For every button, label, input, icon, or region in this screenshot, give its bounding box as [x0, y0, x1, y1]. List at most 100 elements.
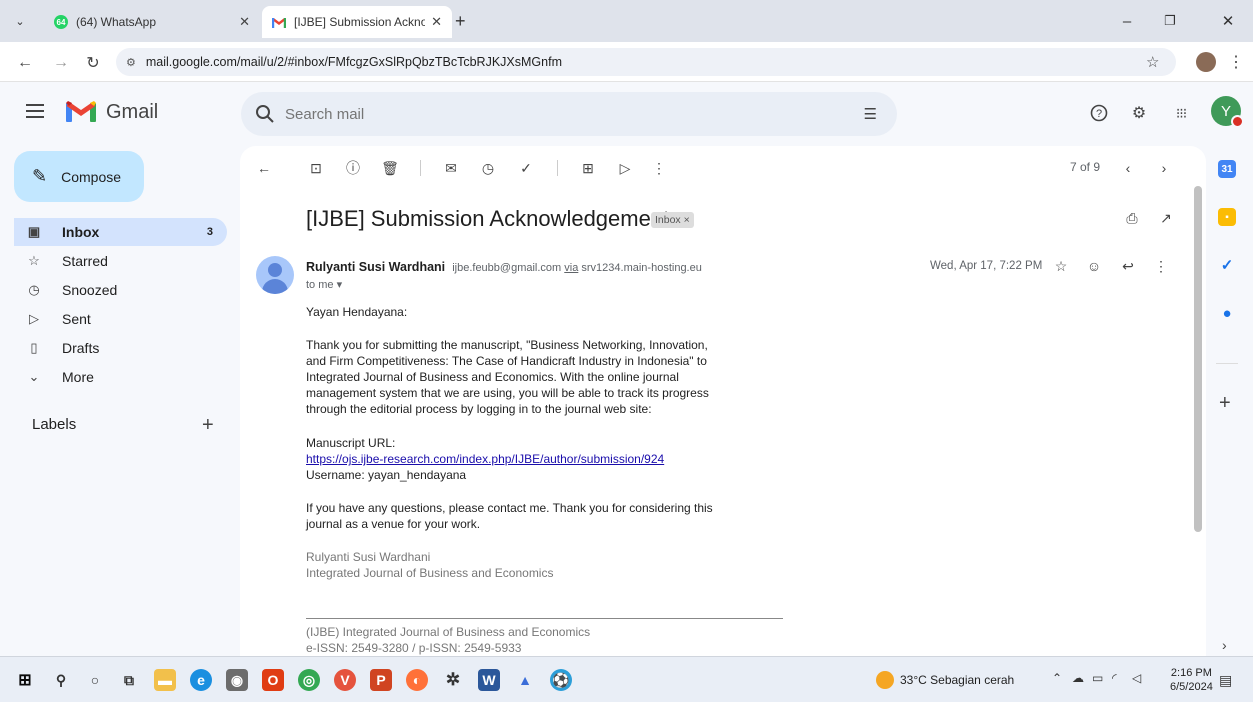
get-addons-button[interactable]: + — [1219, 392, 1231, 415]
show-side-panel-icon[interactable]: › — [1222, 637, 1227, 653]
volume-tray-icon[interactable]: ◁ — [1132, 671, 1141, 685]
move-to-icon[interactable]: ⊞ — [578, 158, 598, 178]
windows-start-icon[interactable]: ⊞ — [14, 669, 36, 691]
pagination-text: 7 of 9 — [1070, 160, 1101, 174]
forward-arrow-icon[interactable]: → — [50, 52, 72, 74]
label-icon[interactable]: ▷ — [615, 158, 635, 178]
calendar-icon[interactable]: 31 — [1218, 160, 1236, 178]
firefox-icon[interactable]: ◐ — [406, 669, 428, 691]
new-tab-button[interactable]: + — [455, 12, 466, 30]
weather-text: 33°C Sebagian cerah — [900, 673, 1015, 687]
search-icon[interactable] — [255, 104, 275, 124]
star-icon: ☆ — [28, 253, 40, 268]
newer-chevron-icon[interactable]: ‹ — [1118, 158, 1138, 178]
file-explorer-icon[interactable]: ▬ — [154, 669, 176, 691]
weather-widget[interactable]: 33°C Sebagian cerah — [876, 671, 1014, 689]
more-options-icon[interactable]: ⋮ — [649, 158, 669, 178]
cortana-icon[interactable]: ○ — [84, 669, 106, 691]
pes-game-icon[interactable]: ⚽ — [550, 669, 572, 691]
archive-icon[interactable]: ⊡ — [306, 158, 326, 178]
browser-profile-avatar[interactable] — [1196, 52, 1216, 72]
star-icon[interactable]: ☆ — [1052, 257, 1070, 275]
manuscript-link-row: https://ojs.ijbe-research.com/index.php/… — [306, 451, 664, 467]
reload-icon[interactable]: ↻ — [82, 52, 104, 74]
address-bar[interactable]: ⚙ mail.google.com/mail/u/2/#inbox/FMfcgz… — [116, 48, 1176, 76]
sidebar-item-more[interactable]: ⌄ More — [14, 363, 227, 391]
keep-icon[interactable]: ▪ — [1218, 208, 1236, 226]
notification-center-icon[interactable]: ▤ — [1219, 672, 1232, 689]
sender-avatar[interactable] — [256, 256, 294, 294]
sidebar-item-starred[interactable]: ☆ Starred — [14, 247, 227, 275]
contacts-icon[interactable]: ● — [1218, 304, 1236, 322]
browser-tab-gmail[interactable]: [IJBE] Submission Acknowledge ✕ — [262, 6, 452, 38]
gmail-wordmark: Gmail — [106, 101, 159, 123]
settings-gear-icon[interactable]: ✲ — [442, 669, 464, 691]
recipients-dropdown[interactable]: to me ▾ — [306, 278, 342, 291]
emoji-react-icon[interactable]: ☺ — [1085, 257, 1103, 275]
pdf-app-icon[interactable]: P — [370, 669, 392, 691]
photos-icon[interactable]: ▲ — [514, 669, 536, 691]
sidebar-item-snoozed[interactable]: ◷ Snoozed — [14, 276, 227, 304]
office-icon[interactable]: O — [262, 669, 284, 691]
report-spam-icon[interactable]: ⓘ — [343, 158, 363, 178]
tasks-icon[interactable]: ✓ — [1218, 256, 1236, 274]
sidebar-item-drafts[interactable]: ▯ Drafts — [14, 334, 227, 362]
camera-icon[interactable]: ◉ — [226, 669, 248, 691]
restore-button[interactable]: ❐ — [1150, 8, 1190, 34]
task-view-icon[interactable]: ⧉ — [118, 669, 140, 691]
toolbar-divider — [557, 160, 558, 176]
close-window-button[interactable]: ✕ — [1208, 8, 1248, 34]
body-line: journal as a venue for your work. — [306, 517, 481, 531]
word-icon[interactable]: W — [478, 669, 500, 691]
tab-close-icon[interactable]: ✕ — [239, 14, 250, 30]
delete-icon[interactable]: 🗑 — [380, 158, 400, 178]
chrome-icon[interactable]: ◎ — [298, 669, 320, 691]
gmail-logo[interactable] — [66, 100, 96, 122]
site-info-icon[interactable]: ⚙ — [126, 56, 136, 69]
search-input[interactable] — [285, 105, 825, 123]
battery-tray-icon[interactable]: ▭ — [1092, 671, 1103, 685]
search-icon[interactable]: ⚲ — [50, 669, 72, 691]
add-label-button[interactable]: + — [202, 414, 214, 437]
back-arrow-icon[interactable]: ← — [14, 52, 36, 74]
tray-chevron-up-icon[interactable]: ⌃ — [1052, 671, 1062, 685]
minimize-button[interactable]: – — [1107, 8, 1147, 34]
sidebar-item-inbox[interactable]: ▣ Inbox 3 — [14, 218, 227, 246]
scrollbar-thumb[interactable] — [1194, 186, 1202, 532]
print-icon[interactable]: ⎙ — [1122, 208, 1142, 228]
search-bar[interactable]: ☰ — [241, 92, 897, 136]
browser-tab-whatsapp[interactable]: 64 (64) WhatsApp ✕ — [44, 6, 260, 38]
settings-gear-icon[interactable]: ⚙ — [1128, 102, 1150, 124]
sidebar-item-sent[interactable]: ▷ Sent — [14, 305, 227, 333]
wifi-tray-icon[interactable]: ◜ — [1112, 671, 1117, 685]
vivaldi-icon[interactable]: V — [334, 669, 356, 691]
mark-unread-icon[interactable]: ✉ — [441, 158, 461, 178]
compose-button[interactable]: ✎ Compose — [14, 151, 144, 202]
manuscript-url-link[interactable]: https://ojs.ijbe-research.com/index.php/… — [306, 452, 664, 466]
tab-search-chevron-icon[interactable]: ⌄ — [10, 11, 30, 31]
tab-close-icon[interactable]: ✕ — [431, 14, 442, 30]
network-tray-icon[interactable]: ☁ — [1072, 671, 1084, 685]
main-menu-icon[interactable] — [26, 104, 44, 118]
sidebar-item-label: Starred — [62, 253, 108, 269]
snooze-icon[interactable]: ◷ — [478, 158, 498, 178]
search-options-icon[interactable]: ☰ — [864, 105, 877, 123]
message-more-icon[interactable]: ⋮ — [1152, 257, 1170, 275]
bookmark-star-icon[interactable]: ☆ — [1146, 53, 1159, 71]
compose-label: Compose — [61, 168, 122, 185]
edge-browser-icon[interactable]: e — [190, 669, 212, 691]
apps-grid-icon[interactable]: ⁝⁝⁝ — [1170, 102, 1192, 124]
account-avatar[interactable]: Y — [1211, 96, 1244, 128]
sender-name[interactable]: Rulyanti Susi Wardhani — [306, 260, 445, 274]
add-to-tasks-icon[interactable]: ✓ — [516, 158, 536, 178]
back-to-inbox-icon[interactable]: ← — [254, 158, 274, 178]
signature-name: Rulyanti Susi Wardhani — [306, 550, 431, 564]
inbox-label-chip[interactable]: Inbox × — [651, 212, 694, 228]
browser-menu-icon[interactable]: ⋮ — [1228, 52, 1244, 72]
open-new-window-icon[interactable]: ↗ — [1156, 208, 1176, 228]
older-chevron-icon[interactable]: › — [1154, 158, 1174, 178]
via-link[interactable]: via — [564, 262, 578, 274]
system-clock[interactable]: 2:16 PM 6/5/2024 — [1170, 666, 1213, 694]
reply-icon[interactable]: ↩ — [1119, 257, 1137, 275]
help-icon[interactable]: ? — [1088, 102, 1110, 124]
